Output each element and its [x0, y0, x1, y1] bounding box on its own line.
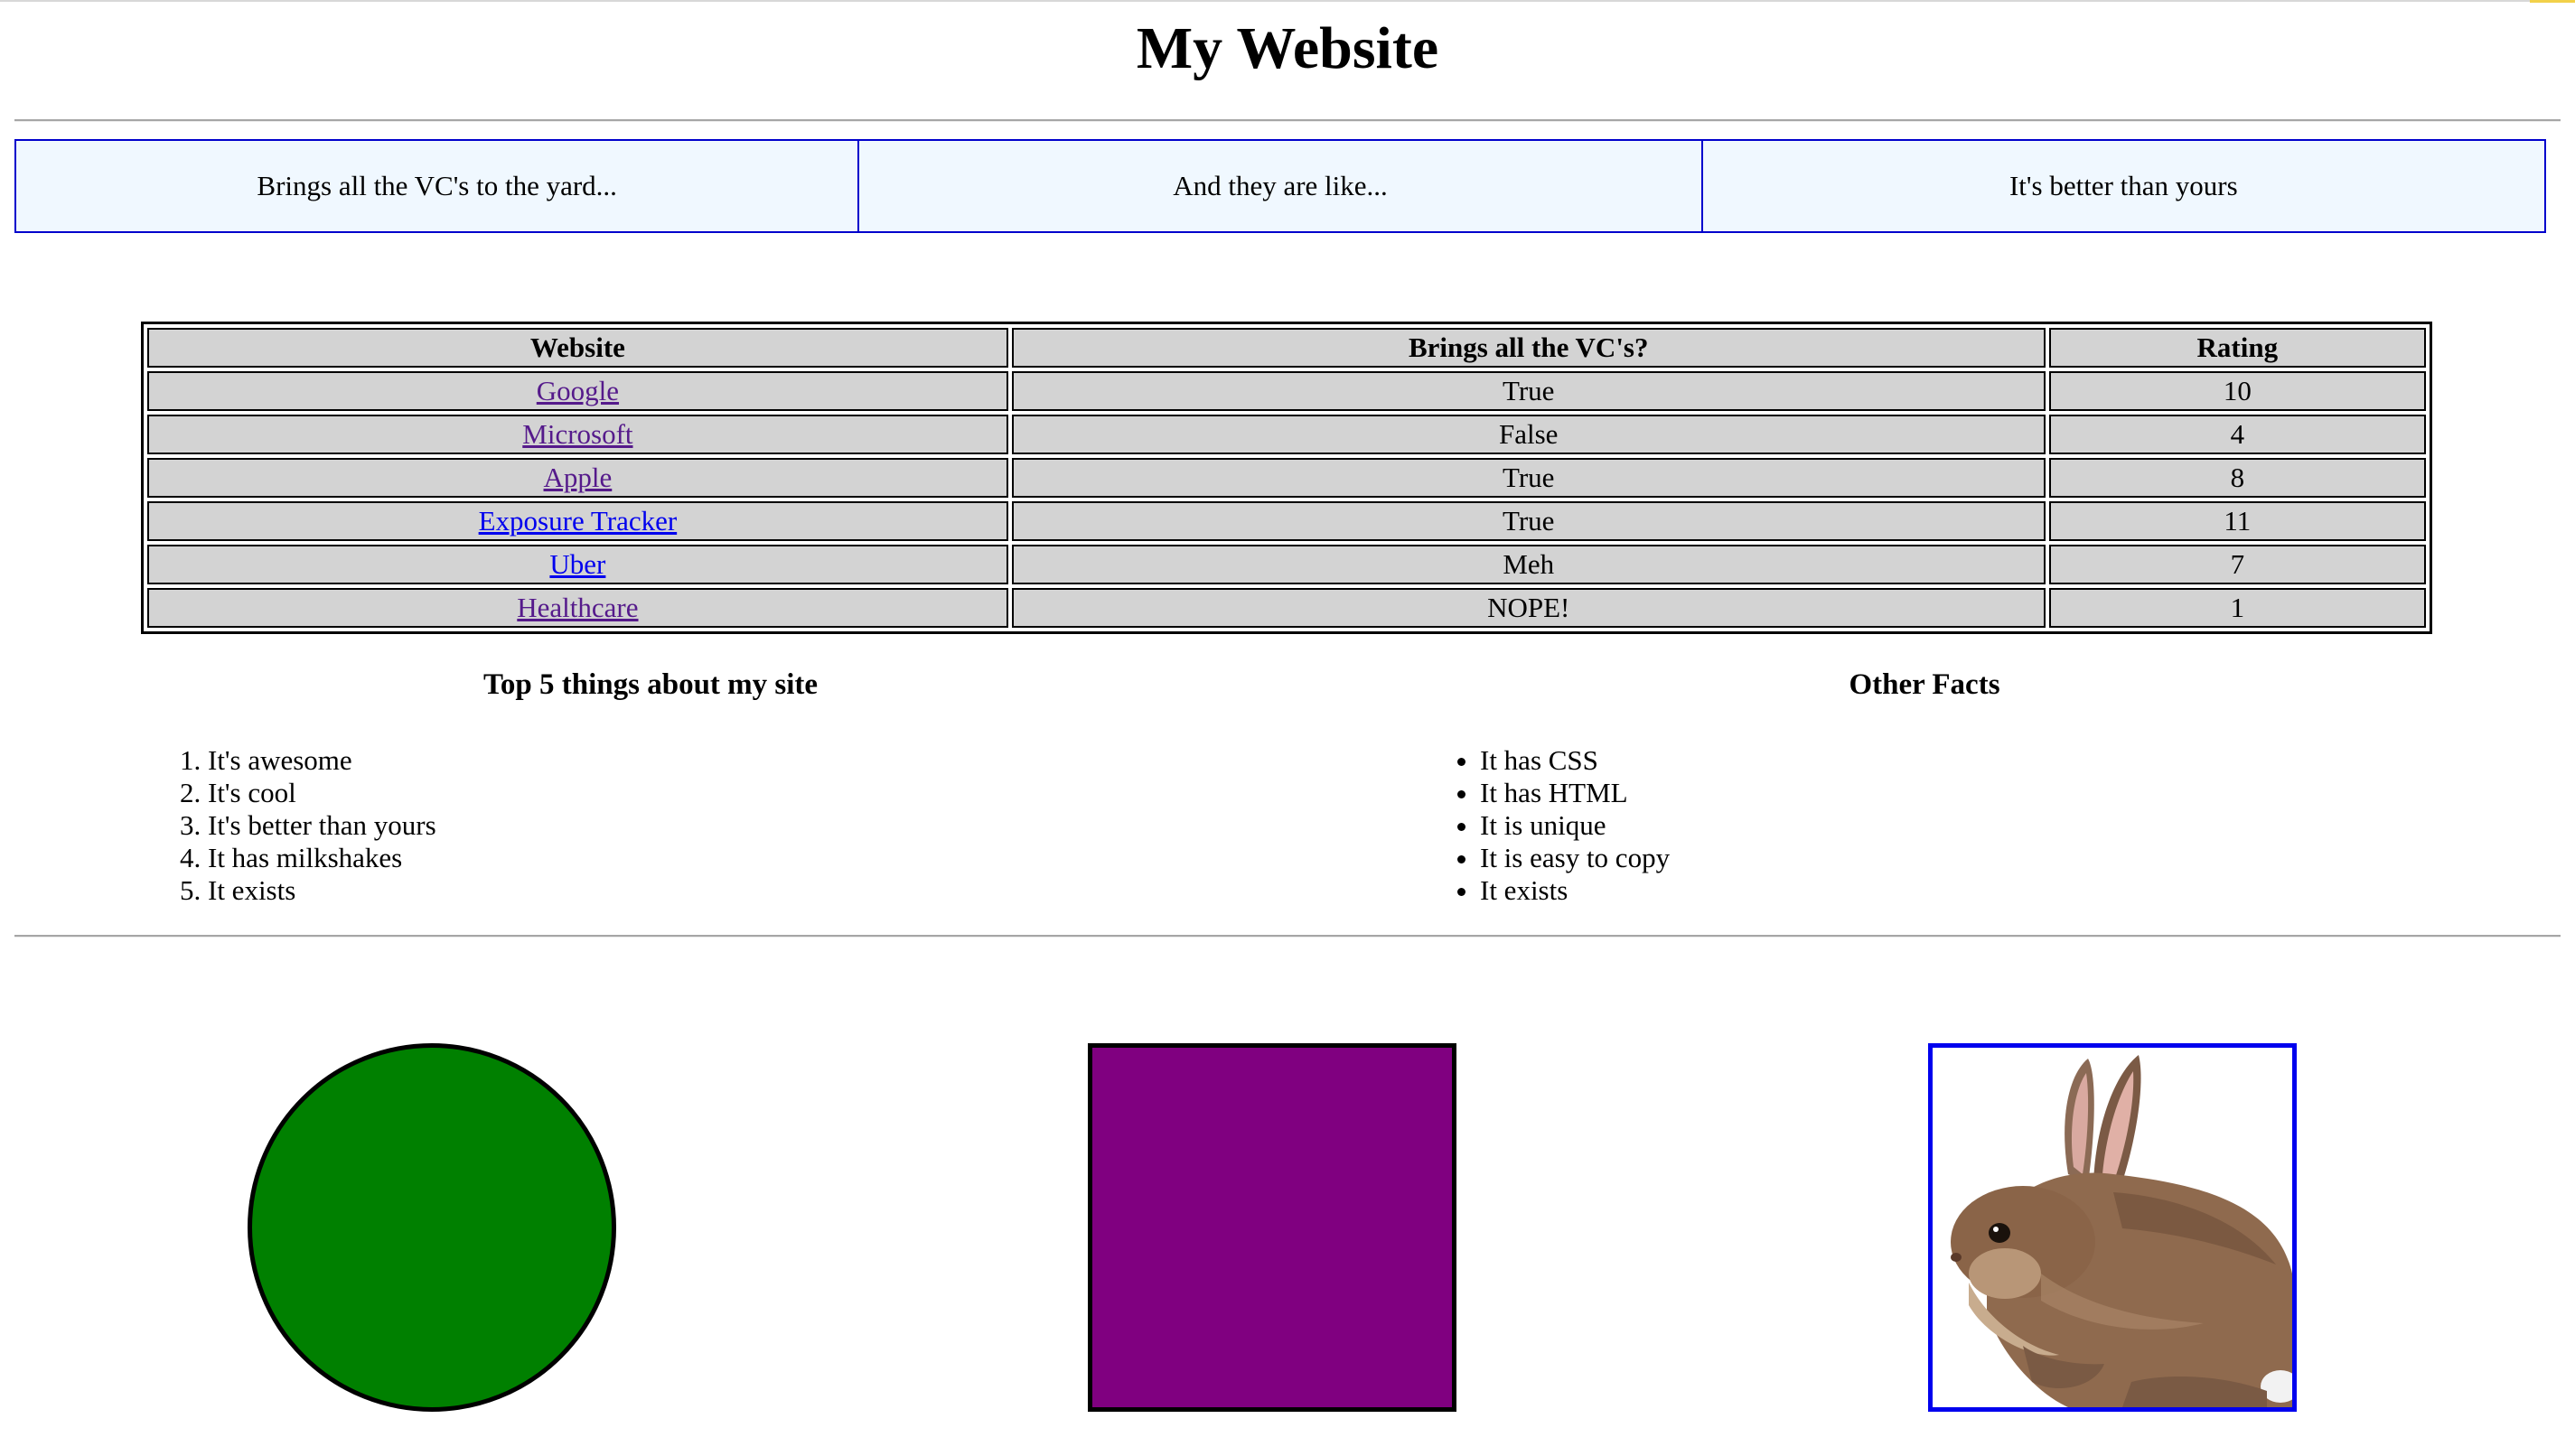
websites-table: Website Brings all the VC's? Rating Goog… — [141, 322, 2432, 634]
list-item: It is easy to copy — [1480, 842, 1670, 874]
list-item: It has HTML — [1480, 777, 1670, 809]
vcs-cell: Meh — [1011, 545, 2046, 584]
website-cell: Microsoft — [147, 415, 1008, 454]
vcs-cell: True — [1011, 371, 2046, 411]
website-link-google[interactable]: Google — [537, 375, 619, 406]
website-cell: Healthcare — [147, 588, 1008, 628]
vcs-cell: NOPE! — [1011, 588, 2046, 628]
horizontal-rule — [14, 119, 2561, 122]
vcs-cell: True — [1011, 458, 2046, 498]
green-circle — [248, 1043, 616, 1412]
rabbit-image — [1928, 1043, 2297, 1412]
list-item: It's cool — [208, 777, 436, 809]
rating-cell: 11 — [2048, 501, 2426, 541]
table-row: Exposure Tracker True 11 — [147, 501, 2426, 541]
other-facts-list: It has CSS It has HTML It is unique It i… — [1449, 744, 1670, 907]
horizontal-rule — [14, 935, 2561, 938]
list-item: It exists — [208, 874, 436, 907]
website-cell: Uber — [147, 545, 1008, 584]
rating-cell: 10 — [2048, 371, 2426, 411]
rating-cell: 1 — [2048, 588, 2426, 628]
banner-row: Brings all the VC's to the yard... And t… — [14, 139, 2546, 233]
column-header-rating: Rating — [2048, 328, 2426, 368]
website-link-uber[interactable]: Uber — [549, 548, 605, 580]
website-cell: Google — [147, 371, 1008, 411]
list-item: It's awesome — [208, 744, 436, 777]
rabbit-illustration — [1933, 1048, 2292, 1407]
list-item: It has milkshakes — [208, 842, 436, 874]
website-cell: Apple — [147, 458, 1008, 498]
table-row: Uber Meh 7 — [147, 545, 2426, 584]
website-link-exposure-tracker[interactable]: Exposure Tracker — [479, 505, 678, 537]
page-title: My Website — [1136, 15, 1439, 81]
list-item: It exists — [1480, 874, 1670, 907]
top-five-heading: Top 5 things about my site — [482, 668, 819, 701]
vcs-cell: False — [1011, 415, 2046, 454]
column-header-vcs: Brings all the VC's? — [1011, 328, 2046, 368]
list-item: It is unique — [1480, 809, 1670, 842]
table-row: Microsoft False 4 — [147, 415, 2426, 454]
websites-table-container: Website Brings all the VC's? Rating Goog… — [141, 322, 2432, 634]
rating-cell: 4 — [2048, 415, 2426, 454]
banner-cell-3: It's better than yours — [1700, 139, 2546, 233]
table-row: Google True 10 — [147, 371, 2426, 411]
website-link-microsoft[interactable]: Microsoft — [522, 418, 632, 450]
corner-accent — [2530, 0, 2575, 3]
banner-cell-1: Brings all the VC's to the yard... — [14, 139, 860, 233]
website-link-healthcare[interactable]: Healthcare — [517, 592, 638, 623]
table-row: Apple True 8 — [147, 458, 2426, 498]
rating-cell: 8 — [2048, 458, 2426, 498]
column-header-website: Website — [147, 328, 1008, 368]
purple-square — [1088, 1043, 1456, 1412]
other-facts-heading: Other Facts — [1849, 668, 2000, 701]
top-five-list: It's awesome It's cool It's better than … — [172, 744, 436, 907]
website-link-apple[interactable]: Apple — [544, 462, 613, 493]
list-item: It's better than yours — [208, 809, 436, 842]
top-border-line — [0, 0, 2575, 2]
banner-cell-2: And they are like... — [857, 139, 1703, 233]
website-cell: Exposure Tracker — [147, 501, 1008, 541]
vcs-cell: True — [1011, 501, 2046, 541]
table-header-row: Website Brings all the VC's? Rating — [147, 328, 2426, 368]
rating-cell: 7 — [2048, 545, 2426, 584]
table-row: Healthcare NOPE! 1 — [147, 588, 2426, 628]
list-item: It has CSS — [1480, 744, 1670, 777]
